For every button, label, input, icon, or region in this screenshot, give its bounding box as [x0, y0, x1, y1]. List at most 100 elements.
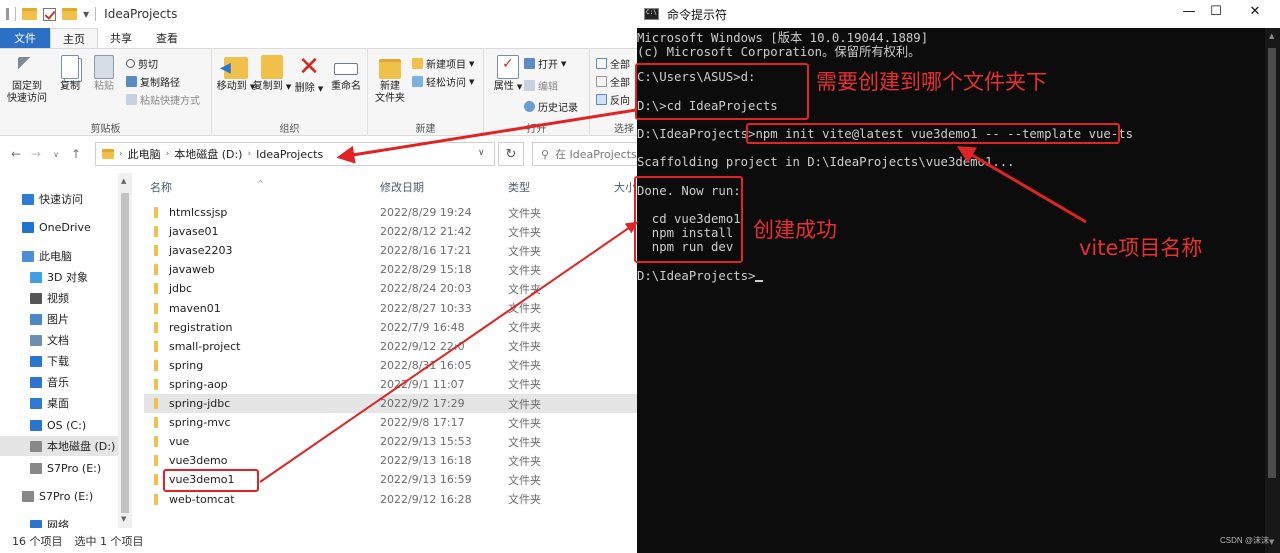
file-row[interactable]: spring-aop 2022/9/1 11:07 文件夹 [144, 375, 638, 394]
file-row[interactable]: maven01 2022/8/27 10:33 文件夹 [144, 299, 638, 318]
new-folder-icon[interactable] [62, 8, 77, 20]
file-name: spring-aop [169, 377, 228, 391]
column-header-name[interactable]: 名称 [150, 179, 172, 195]
folder-icon [154, 283, 158, 295]
edit-button[interactable]: 编辑 [524, 78, 558, 93]
paste-shortcut-button[interactable]: 粘贴快捷方式 [126, 92, 200, 107]
file-name: javase2203 [169, 244, 233, 258]
file-row[interactable]: spring 2022/8/31 16:05 文件夹 [144, 356, 638, 375]
sidebar-item[interactable]: OneDrive [0, 217, 132, 237]
sidebar-item[interactable]: S7Pro (E:) [0, 458, 132, 478]
customize-toolbar-icon[interactable]: ▼ [83, 10, 89, 19]
file-row[interactable]: javase2203 2022/8/16 17:21 文件夹 [144, 241, 638, 260]
cmd-title: 命令提示符 [667, 7, 728, 22]
copy-to-button[interactable]: 复制到 ▼ [252, 53, 292, 93]
sidebar-item[interactable]: 此电脑 [0, 246, 132, 266]
scroll-up-icon[interactable]: ▲ [1269, 32, 1274, 40]
scroll-up-icon[interactable]: ▲ [121, 177, 126, 185]
sidebar-item[interactable]: 音乐 [0, 372, 132, 392]
recent-dropdown-icon[interactable]: ∨ [46, 150, 66, 159]
file-row[interactable]: javase01 2022/8/12 21:42 文件夹 [144, 222, 638, 241]
sidebar-item[interactable]: 视频 [0, 288, 132, 308]
tab-file[interactable]: 文件 [0, 28, 50, 48]
breadcrumb-chevron-icon[interactable]: › [119, 149, 123, 159]
maximize-icon[interactable]: ☐ [1201, 4, 1231, 19]
rename-button[interactable]: 重命名 [326, 53, 366, 93]
tab-share[interactable]: 共享 [98, 28, 144, 48]
column-headers: 名称 ^ 修改日期 类型 大小 [140, 173, 640, 197]
sidebar-item[interactable]: 本地磁盘 (D:) [0, 436, 132, 456]
move-to-button[interactable]: ◀ 移动到 ▼ [216, 53, 256, 93]
file-row[interactable]: small-project 2022/9/12 22:0 文件夹 [144, 337, 638, 356]
invert-selection-button[interactable]: 反向 [596, 92, 630, 107]
file-type: 文件夹 [508, 359, 541, 373]
address-dropdown-icon[interactable]: ∨ [478, 148, 485, 158]
forward-arrow-icon[interactable]: → [26, 147, 46, 161]
sidebar-item[interactable]: 3D 对象 [0, 267, 132, 287]
folder-icon [154, 493, 158, 505]
new-folder-button[interactable]: 新建 文件夹 [370, 53, 410, 105]
sidebar-item[interactable]: 图片 [0, 309, 132, 329]
sidebar-item-label: 本地磁盘 (D:) [47, 440, 116, 453]
breadcrumb-ideaprojects[interactable]: IdeaProjects [256, 148, 323, 161]
sidebar-item-label: 下载 [47, 355, 69, 368]
tab-view[interactable]: 查看 [144, 28, 190, 48]
cut-button[interactable]: 剪切 [126, 56, 158, 71]
column-header-date[interactable]: 修改日期 [380, 179, 424, 195]
new-item-button[interactable]: 新建项目 ▼ [412, 56, 474, 71]
breadcrumb-chevron-icon[interactable]: › [247, 149, 251, 159]
copy-path-label: 复制路径 [140, 78, 180, 89]
history-button[interactable]: 历史记录 [524, 99, 578, 114]
column-header-type[interactable]: 类型 [508, 179, 530, 195]
file-row[interactable]: registration 2022/7/9 16:48 文件夹 [144, 318, 638, 337]
nav-scroll-thumb[interactable] [121, 193, 129, 513]
select-all-button[interactable]: 全部 [596, 56, 630, 71]
file-row[interactable]: htmlcssjsp 2022/8/29 19:24 文件夹 [144, 203, 638, 222]
file-row[interactable]: javaweb 2022/8/29 15:18 文件夹 [144, 260, 638, 279]
cmd-scroll-thumb[interactable] [1268, 48, 1276, 478]
refresh-button[interactable]: ↻ [498, 142, 524, 166]
file-row[interactable]: web-tomcat 2022/9/12 16:28 文件夹 [144, 490, 638, 509]
cmd-scrollbar[interactable]: ▲ ▼ [1265, 28, 1280, 553]
up-arrow-icon[interactable]: ↑ [66, 147, 86, 161]
breadcrumb-chevron-icon[interactable]: › [166, 149, 170, 159]
open-dropdown-icon: ▼ [561, 59, 567, 68]
sidebar-item[interactable]: S7Pro (E:) [0, 486, 132, 506]
breadcrumb-local-disk[interactable]: 本地磁盘 (D:) [174, 146, 242, 162]
breadcrumb-this-pc[interactable]: 此电脑 [128, 146, 161, 162]
scroll-down-icon[interactable]: ▼ [1269, 538, 1274, 546]
column-header-size[interactable]: 大小 [614, 179, 636, 195]
back-arrow-icon[interactable]: ← [6, 147, 26, 161]
sidebar-item[interactable]: 文档 [0, 330, 132, 350]
tab-home[interactable]: 主页 [50, 28, 98, 48]
sidebar-item[interactable]: 下载 [0, 351, 132, 371]
file-row[interactable]: spring-jdbc 2022/9/2 17:29 文件夹 [144, 394, 638, 413]
sidebar-item[interactable]: 快速访问 [0, 189, 132, 209]
file-row[interactable]: jdbc 2022/8/24 20:03 文件夹 [144, 279, 638, 298]
delete-button[interactable]: ✕ 删除 ▼ [292, 53, 326, 95]
properties-check-icon[interactable] [43, 7, 56, 21]
select-none-button[interactable]: 全部 [596, 74, 630, 89]
close-icon[interactable]: ✕ [1240, 4, 1270, 19]
nav-scrollbar[interactable]: ▲ ▼ [118, 173, 132, 528]
minimize-icon[interactable]: — [1174, 4, 1204, 19]
sidebar-item[interactable]: OS (C:) [0, 415, 132, 435]
sidebar-item[interactable]: 网络 [0, 515, 132, 528]
paste-button[interactable]: 粘贴 [84, 53, 124, 93]
scroll-down-icon[interactable]: ▼ [121, 515, 126, 523]
address-bar[interactable]: › 此电脑 › 本地磁盘 (D:) › IdeaProjects [95, 142, 495, 166]
music-icon [30, 376, 42, 388]
window-menu-icon[interactable] [6, 8, 9, 20]
properties-button[interactable]: ✓ 属性 ▼ [488, 53, 528, 93]
file-row[interactable]: vue3demo 2022/9/13 16:18 文件夹 [144, 451, 638, 470]
file-row[interactable]: vue 2022/9/13 15:53 文件夹 [144, 432, 638, 451]
copy-path-button[interactable]: 复制路径 [126, 74, 180, 89]
sidebar-item-label: S7Pro (E:) [39, 489, 94, 503]
search-input[interactable]: ⚲ 在 IdeaProjects [532, 142, 640, 166]
easy-access-button[interactable]: 轻松访问 ▼ [412, 74, 474, 89]
open-button[interactable]: 打开 ▼ [524, 56, 566, 71]
sidebar-item[interactable]: 桌面 [0, 393, 132, 413]
pin-quick-access-button[interactable]: 固定到 快速访问 [4, 53, 50, 105]
sidebar-item-label: 图片 [47, 313, 69, 326]
file-row[interactable]: spring-mvc 2022/9/8 17:17 文件夹 [144, 413, 638, 432]
